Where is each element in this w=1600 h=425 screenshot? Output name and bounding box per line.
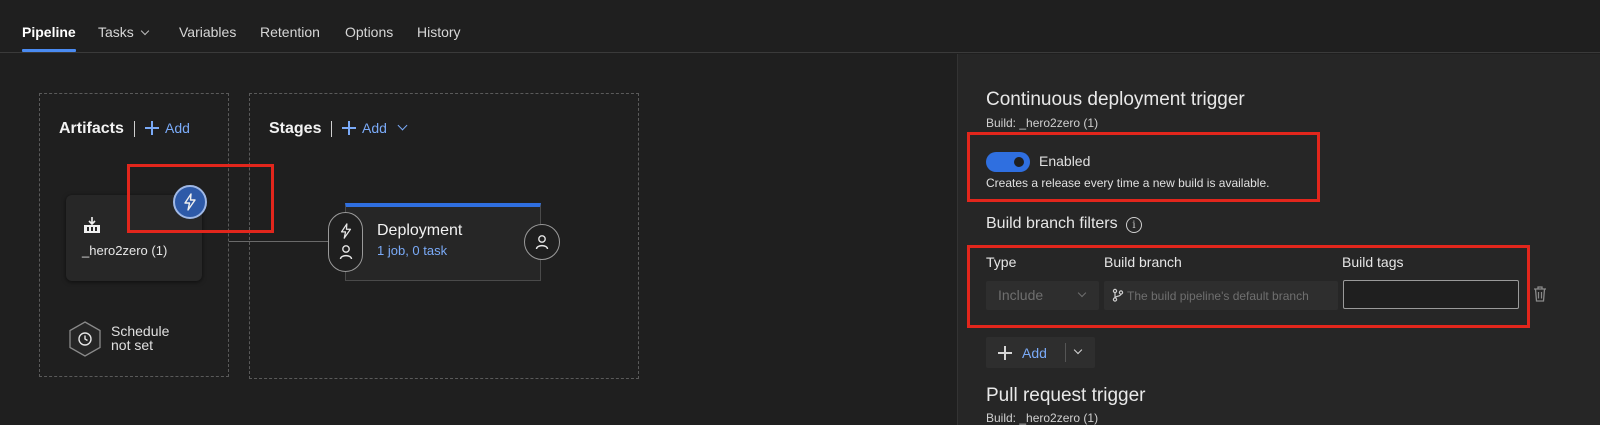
divider (331, 121, 332, 137)
tab-history[interactable]: History (417, 24, 461, 40)
panel-title: Continuous deployment trigger (986, 89, 1245, 110)
artifacts-title: Artifacts (59, 120, 124, 137)
tab-tasks[interactable]: Tasks (98, 24, 150, 40)
chevron-down-icon (1073, 345, 1083, 355)
cd-trigger-toggle[interactable] (986, 152, 1030, 172)
add-stage-label: Add (362, 120, 387, 136)
plus-icon (342, 121, 356, 135)
column-header-type: Type (986, 254, 1017, 270)
add-artifact-button[interactable]: Add (145, 120, 190, 136)
build-branch-placeholder: The build pipeline's default branch (1127, 289, 1309, 303)
artifact-stage-connector (229, 241, 333, 242)
info-icon[interactable]: i (1126, 217, 1142, 233)
build-tags-input[interactable] (1343, 280, 1519, 309)
trash-icon[interactable] (1532, 285, 1548, 303)
add-artifact-label: Add (165, 120, 190, 136)
continuous-deployment-trigger-button[interactable] (173, 185, 207, 219)
build-branch-filters-title: Build branch filters (986, 215, 1118, 232)
panel-build-source: Build: _hero2zero (1) (986, 116, 1099, 130)
stage-summary-link[interactable]: 1 job, 0 task (377, 243, 447, 258)
git-branch-icon (1112, 288, 1124, 302)
artifact-name: _hero2zero (1) (82, 243, 168, 258)
tab-pipeline[interactable]: Pipeline (22, 24, 76, 40)
add-filter-button[interactable]: Add (986, 337, 1065, 368)
add-filter-split-button: Add (986, 337, 1095, 368)
add-filter-dropdown[interactable] (1066, 337, 1095, 368)
chevron-down-icon (1077, 288, 1087, 298)
add-filter-label: Add (1022, 344, 1047, 361)
tab-retention[interactable]: Retention (260, 24, 320, 40)
top-nav: Pipeline Tasks Variables Retention Optio… (0, 0, 1600, 53)
lightning-icon (340, 223, 352, 239)
tab-options[interactable]: Options (345, 24, 393, 40)
post-deployment-conditions-button[interactable] (524, 224, 560, 260)
stage-card-deployment[interactable] (345, 203, 541, 281)
column-header-build-tags: Build tags (1342, 254, 1404, 270)
schedule-label-line2: not set (111, 337, 154, 353)
stages-title: Stages (269, 120, 322, 137)
plus-icon (145, 121, 159, 135)
plus-icon (998, 345, 1012, 360)
pre-deployment-conditions-button[interactable] (328, 212, 363, 272)
toggle-label: Enabled (1039, 153, 1091, 169)
toggle-description: Creates a release every time a new build… (986, 176, 1270, 190)
add-stage-button[interactable]: Add (342, 120, 408, 136)
chevron-down-icon (140, 26, 150, 36)
person-icon (535, 235, 549, 250)
filter-type-value: Include (998, 287, 1044, 303)
stage-name: Deployment (377, 222, 463, 239)
build-artifact-icon (84, 217, 100, 233)
pull-request-trigger-title: Pull request trigger (986, 385, 1146, 406)
active-tab-indicator (22, 49, 76, 52)
tab-tasks-label: Tasks (98, 24, 134, 40)
lightning-icon (184, 193, 196, 211)
toggle-knob (1014, 157, 1024, 167)
tab-variables[interactable]: Variables (179, 24, 236, 40)
schedule-label-line1: Schedule (111, 323, 170, 339)
schedule-status[interactable]: Schedule not set (111, 324, 169, 352)
person-icon (339, 245, 353, 260)
chevron-down-icon (397, 120, 408, 130)
column-header-build-branch: Build branch (1104, 254, 1182, 270)
build-branch-input[interactable]: The build pipeline's default branch (1104, 281, 1338, 310)
divider (134, 121, 135, 137)
pull-request-build-source: Build: _hero2zero (1) (986, 411, 1099, 425)
schedule-trigger-button[interactable] (68, 321, 102, 357)
filter-type-select[interactable]: Include (986, 281, 1099, 310)
